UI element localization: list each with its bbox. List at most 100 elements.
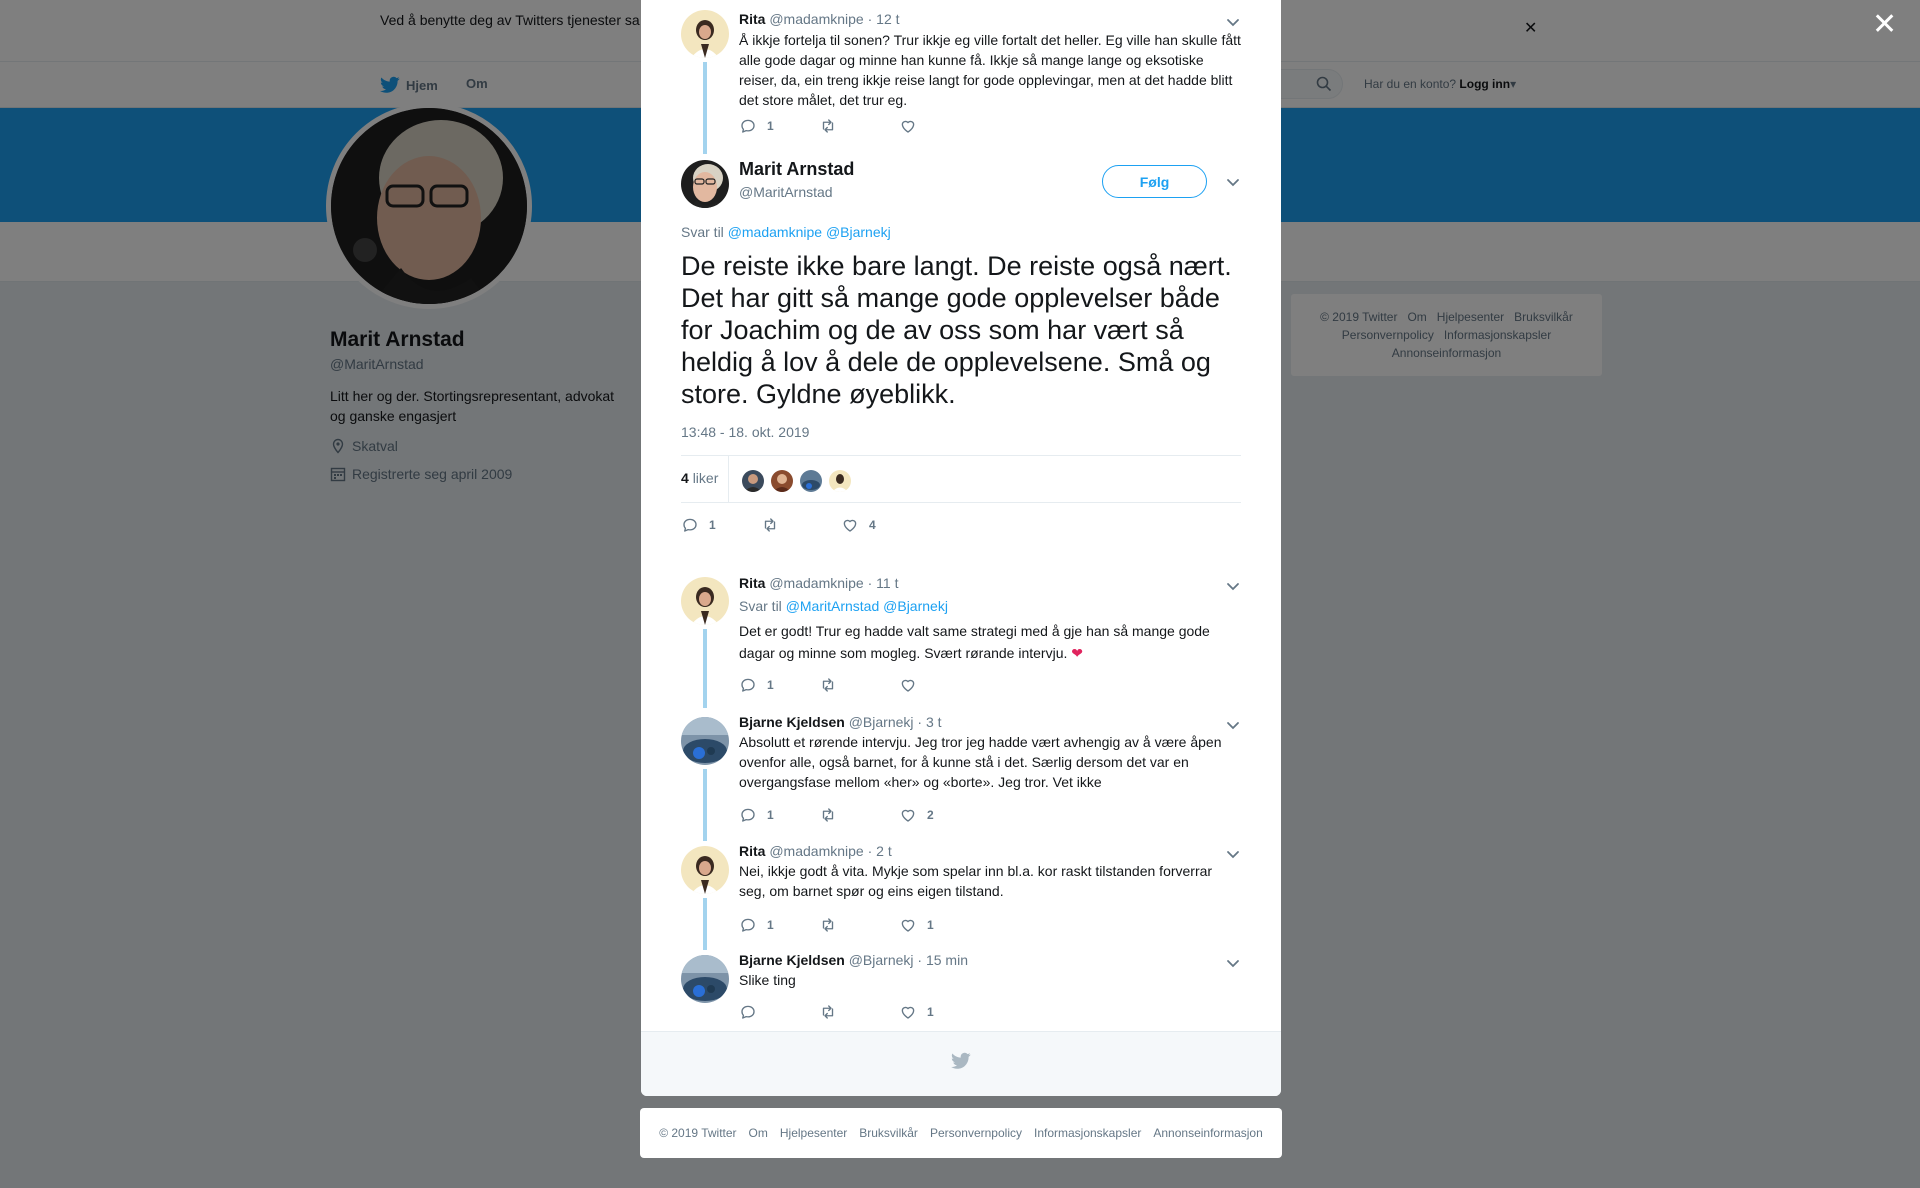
retweet-icon [819,676,837,694]
reply-tweet[interactable]: Bjarne Kjeldsen @Bjarnekj · 15 min Slike… [681,951,1241,1029]
reply-to-users[interactable]: @madamknipe @Bjarnekj [728,224,891,240]
tweet-modal: Rita @madamknipe · 12 t Å ikkje fortelja… [641,0,1281,1096]
liker-avatar[interactable] [828,469,852,493]
like-button[interactable]: 1 [899,1003,979,1021]
chevron-down-icon[interactable] [1225,955,1241,971]
reply-to: Svar til @MaritArnstad @Bjarnekj [739,598,1241,614]
heart-icon [899,676,917,694]
chevron-down-icon[interactable] [1225,14,1241,30]
avatar[interactable] [681,955,729,1003]
retweet-icon [819,117,837,135]
author-name[interactable]: Rita [739,843,765,859]
reply-button[interactable]: 1 [739,806,819,824]
retweet-icon [819,916,837,934]
author-handle[interactable]: @Bjarnekj [849,952,914,968]
tweet-header: Rita @madamknipe · 2 t [739,842,1241,860]
tweet-text: Slike ting [739,972,796,988]
footer-link[interactable]: © 2019 Twitter [659,1126,736,1140]
heart-icon [841,516,859,534]
tweet-text: Å ikkje fortelja til sonen? Trur ikkje e… [739,32,1241,108]
retweet-button[interactable] [819,117,899,135]
author-handle[interactable]: @Bjarnekj [849,714,914,730]
retweet-icon [819,1003,837,1021]
reply-tweet[interactable]: Bjarne Kjeldsen @Bjarnekj · 3 t Absolutt… [681,713,1241,843]
red-heart-icon: ❤ [1071,645,1083,661]
author-handle[interactable]: @madamknipe [769,11,863,27]
retweet-button[interactable] [761,516,841,534]
reply-button[interactable]: 1 [739,916,819,934]
author-name[interactable]: Bjarne Kjeldsen [739,952,845,968]
tweet-body: Rita @madamknipe · 11 t Svar til @MaritA… [739,574,1241,664]
tweet-time[interactable]: · 15 min [917,952,968,968]
like-count: 4 [869,518,876,532]
author-name[interactable]: Bjarne Kjeldsen [739,714,845,730]
author-handle[interactable]: @madamknipe [769,575,863,591]
tweet-header: Rita @madamknipe · 12 t [739,10,1241,28]
chevron-down-icon[interactable] [1225,578,1241,594]
footer-link[interactable]: Bruksvilkår [859,1126,918,1140]
divider [728,456,729,502]
liker-avatar[interactable] [770,469,794,493]
thread-line [703,769,707,841]
reply-to-prefix: Svar til [739,598,782,614]
reply-to-users[interactable]: @MaritArnstad @Bjarnekj [786,598,948,614]
footer-link[interactable]: Annonseinformasjon [1153,1126,1262,1140]
likes-label: liker [692,470,719,486]
reply-button[interactable]: 1 [681,516,761,534]
close-icon[interactable]: ✕ [1872,10,1897,40]
retweet-button[interactable] [819,916,899,934]
tweet-time[interactable]: · 3 t [917,714,941,730]
author-handle[interactable]: @madamknipe [769,843,863,859]
tweet-text: Det er godt! Trur eg hadde valt same str… [739,620,1241,664]
avatar[interactable] [681,577,729,625]
main-author-handle[interactable]: @MaritArnstad [739,184,854,200]
heart-icon [899,117,917,135]
follow-button[interactable]: Følg [1102,165,1207,198]
twitter-bird-icon [951,1052,971,1069]
avatar[interactable] [681,10,729,58]
footer-link[interactable]: Om [749,1126,768,1140]
reply-count: 1 [767,119,774,133]
like-button[interactable] [899,676,979,694]
footer-link[interactable]: Personvernpolicy [930,1126,1022,1140]
tweet-time[interactable]: · 12 t [868,11,900,27]
retweet-button[interactable] [819,1003,899,1021]
thread-line [703,62,707,154]
main-tweet-author[interactable]: Marit Arnstad @MaritArnstad [739,159,854,200]
tweet-actions: 1 2 [739,806,979,824]
parent-tweet[interactable]: Rita @madamknipe · 12 t Å ikkje fortelja… [681,10,1241,158]
thread-line [703,898,707,950]
avatar[interactable] [681,717,729,765]
footer-link[interactable]: Hjelpesenter [780,1126,847,1140]
liker-avatar[interactable] [741,469,765,493]
like-button[interactable]: 4 [841,516,921,534]
footer-link[interactable]: Informasjonskapsler [1034,1126,1141,1140]
main-author-name[interactable]: Marit Arnstad [739,159,854,180]
main-tweet-timestamp[interactable]: 13:48 - 18. okt. 2019 [681,424,809,440]
reply-button[interactable]: 1 [739,676,819,694]
chevron-down-icon[interactable] [1225,174,1241,190]
main-tweet-avatar[interactable] [681,160,729,208]
like-button[interactable] [899,117,979,135]
retweet-button[interactable] [819,676,899,694]
reply-tweet[interactable]: Rita @madamknipe · 2 t Nei, ikkje godt å… [681,842,1241,950]
tweet-text: Nei, ikkje godt å vita. Mykje som spelar… [739,863,1213,899]
chevron-down-icon[interactable] [1225,717,1241,733]
tweet-body: Rita @madamknipe · 12 t Å ikkje fortelja… [739,10,1241,110]
main-reply-to: Svar til @madamknipe @Bjarnekj [681,224,891,240]
like-button[interactable]: 2 [899,806,979,824]
tweet-time[interactable]: · 11 t [868,575,899,591]
tweet-time[interactable]: · 2 t [868,843,892,859]
chevron-down-icon[interactable] [1225,846,1241,862]
author-name[interactable]: Rita [739,11,765,27]
reply-tweet[interactable]: Rita @madamknipe · 11 t Svar til @MaritA… [681,574,1241,710]
like-button[interactable]: 1 [899,916,979,934]
reply-button[interactable]: 1 [739,117,819,135]
liker-avatar[interactable] [799,469,823,493]
retweet-button[interactable] [819,806,899,824]
avatar[interactable] [681,846,729,894]
likes-stat[interactable]: 4 liker [681,470,718,486]
author-name[interactable]: Rita [739,575,765,591]
like-count: 1 [927,1005,934,1019]
reply-button[interactable] [739,1003,819,1021]
